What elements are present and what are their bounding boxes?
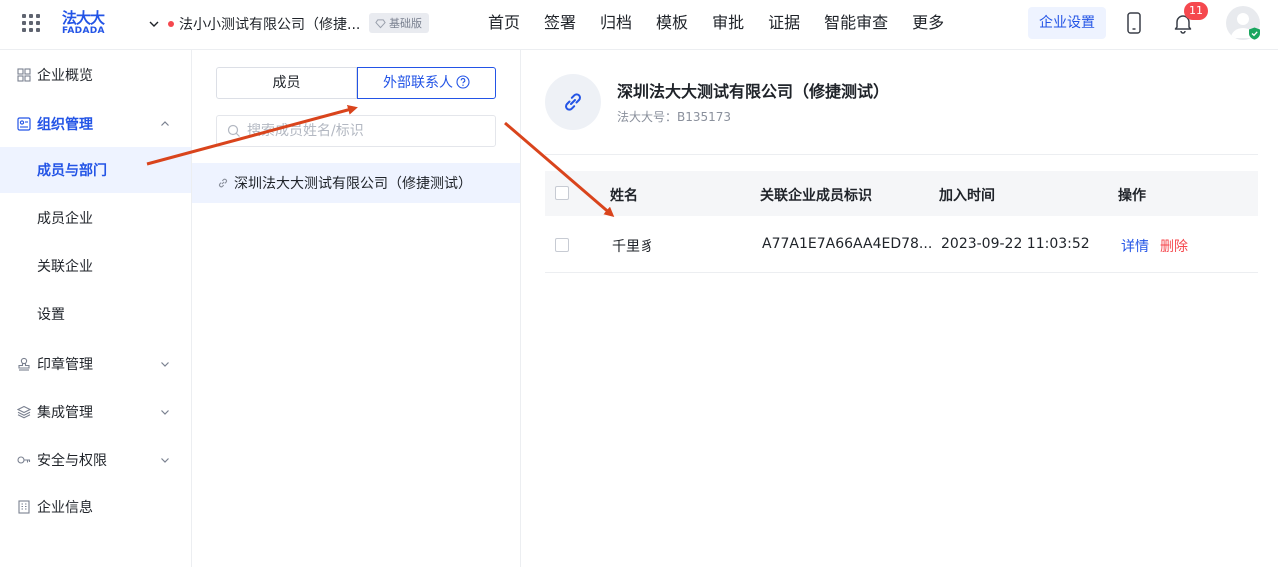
chevron-down-icon	[161, 458, 169, 463]
verified-shield-icon	[1249, 27, 1260, 40]
tree-item-linked-company[interactable]: 深圳法大大测试有限公司（修捷测试）	[192, 163, 520, 203]
company-name: 法小小测试有限公司（修捷...	[179, 17, 361, 33]
tab-members[interactable]: 成员	[216, 67, 357, 99]
external-contacts-table: 姓名 关联企业成员标识 加入时间 操作 千里豸 A77A1E7A66AA4ED7…	[545, 171, 1258, 273]
nav-enterprise-settings[interactable]: 企业设置	[1028, 7, 1106, 39]
sidebar: 企业概览 组织管理 成员与部门 成员企业 关联企业 设置 印章管理 集成管理 安…	[0, 50, 192, 567]
nav-archive[interactable]: 归档	[588, 0, 644, 46]
fadada-logo[interactable]: 法大大 FADADA	[62, 10, 114, 38]
sidebar-item-linked-enterprises[interactable]: 关联企业	[0, 243, 191, 289]
cell-member-id: A77A1E7A66AA4ED78...	[762, 236, 933, 252]
nav-templates[interactable]: 模板	[644, 0, 700, 46]
sidebar-label: 关联企业	[37, 259, 93, 275]
sidebar-label: 组织管理	[37, 117, 93, 133]
sidebar-item-org-management[interactable]: 组织管理	[0, 102, 191, 146]
sidebar-item-members-departments[interactable]: 成员与部门	[0, 147, 191, 193]
chevron-down-icon	[161, 362, 169, 367]
help-circle-icon[interactable]	[456, 75, 470, 89]
company-switcher[interactable]: 法小小测试有限公司（修捷...	[148, 14, 360, 34]
nav-home[interactable]: 首页	[476, 0, 532, 46]
sidebar-item-security-permissions[interactable]: 安全与权限	[0, 438, 191, 482]
tab-external-contacts[interactable]: 外部联系人	[357, 67, 496, 99]
sidebar-label: 安全与权限	[37, 453, 107, 469]
sidebar-label: 企业信息	[37, 500, 93, 516]
top-bar: 法大大 FADADA 法小小测试有限公司（修捷... 基础版 首页 签署 归档 …	[0, 0, 1278, 50]
tree-item-label: 深圳法大大测试有限公司（修捷测试）	[234, 176, 472, 192]
sidebar-item-member-enterprises[interactable]: 成员企业	[0, 195, 191, 241]
sidebar-label: 设置	[37, 307, 65, 323]
divider	[545, 154, 1258, 155]
edition-label: 基础版	[389, 17, 422, 30]
search-icon	[227, 124, 240, 137]
sidebar-item-seal-management[interactable]: 印章管理	[0, 342, 191, 386]
chevron-up-icon	[161, 121, 169, 126]
sidebar-label: 成员与部门	[37, 163, 107, 179]
sidebar-item-settings[interactable]: 设置	[0, 291, 191, 337]
status-dot	[168, 21, 174, 27]
chevron-down-icon	[161, 410, 169, 415]
cell-joined-time: 2023-09-22 11:03:52	[941, 236, 1090, 252]
building-icon	[18, 500, 30, 514]
link-icon	[218, 178, 228, 188]
member-search-input[interactable]	[247, 123, 487, 139]
member-search-box[interactable]	[216, 115, 496, 147]
sidebar-item-overview[interactable]: 企业概览	[0, 53, 191, 97]
org-name: 深圳法大大测试有限公司（修捷测试）	[617, 82, 890, 101]
mobile-phone-icon[interactable]	[1125, 12, 1143, 34]
sidebar-label: 成员企业	[37, 211, 93, 227]
apps-grid-icon[interactable]	[22, 14, 40, 32]
column-joined-time: 加入时间	[939, 188, 995, 204]
link-icon	[565, 93, 581, 111]
org-chart-icon	[17, 117, 31, 131]
dashboard-icon	[17, 68, 31, 82]
main-content: 深圳法大大测试有限公司（修捷测试） 法大大号：B135173 姓名 关联企业成员…	[521, 50, 1278, 567]
nav-sign[interactable]: 签署	[532, 0, 588, 46]
nav-smart-review[interactable]: 智能审查	[812, 0, 900, 46]
edition-badge: 基础版	[369, 13, 429, 33]
org-account-number: 法大大号：B135173	[617, 110, 732, 124]
chevron-down-icon	[149, 21, 159, 27]
sidebar-item-enterprise-info[interactable]: 企业信息	[0, 485, 191, 529]
logo-text-zh: 法大大	[62, 9, 105, 27]
org-avatar	[545, 74, 601, 130]
tab-external-label: 外部联系人	[383, 75, 453, 91]
sidebar-label: 印章管理	[37, 357, 93, 373]
key-icon	[17, 456, 31, 464]
seal-stamp-icon	[18, 357, 30, 371]
table-header: 姓名 关联企业成员标识 加入时间 操作	[545, 171, 1258, 216]
cell-name: 千里豸	[612, 239, 654, 255]
sidebar-label: 企业概览	[37, 68, 93, 84]
column-actions: 操作	[1118, 188, 1146, 204]
delete-link[interactable]: 删除	[1160, 236, 1188, 256]
member-tree-panel: 成员 外部联系人 深圳法大大测试有限公司（修捷测试）	[192, 50, 521, 567]
logo-text-en: FADADA	[62, 26, 105, 36]
nav-more[interactable]: 更多	[900, 0, 956, 46]
main-nav: 首页 签署 归档 模板 审批 证据 智能审查 更多	[476, 0, 956, 46]
detail-link[interactable]: 详情	[1121, 236, 1149, 256]
notification-badge: 11	[1184, 2, 1208, 20]
select-all-checkbox[interactable]	[555, 186, 569, 200]
nav-approval[interactable]: 审批	[700, 0, 756, 46]
sidebar-item-integration-management[interactable]: 集成管理	[0, 390, 191, 434]
column-name: 姓名	[610, 188, 638, 204]
nav-evidence[interactable]: 证据	[756, 0, 812, 46]
row-checkbox[interactable]	[555, 238, 569, 252]
diamond-icon	[375, 18, 386, 28]
layers-icon	[17, 405, 31, 419]
table-row: 千里豸 A77A1E7A66AA4ED78... 2023-09-22 11:0…	[545, 216, 1258, 273]
column-member-id: 关联企业成员标识	[760, 188, 872, 204]
sidebar-label: 集成管理	[37, 405, 93, 421]
